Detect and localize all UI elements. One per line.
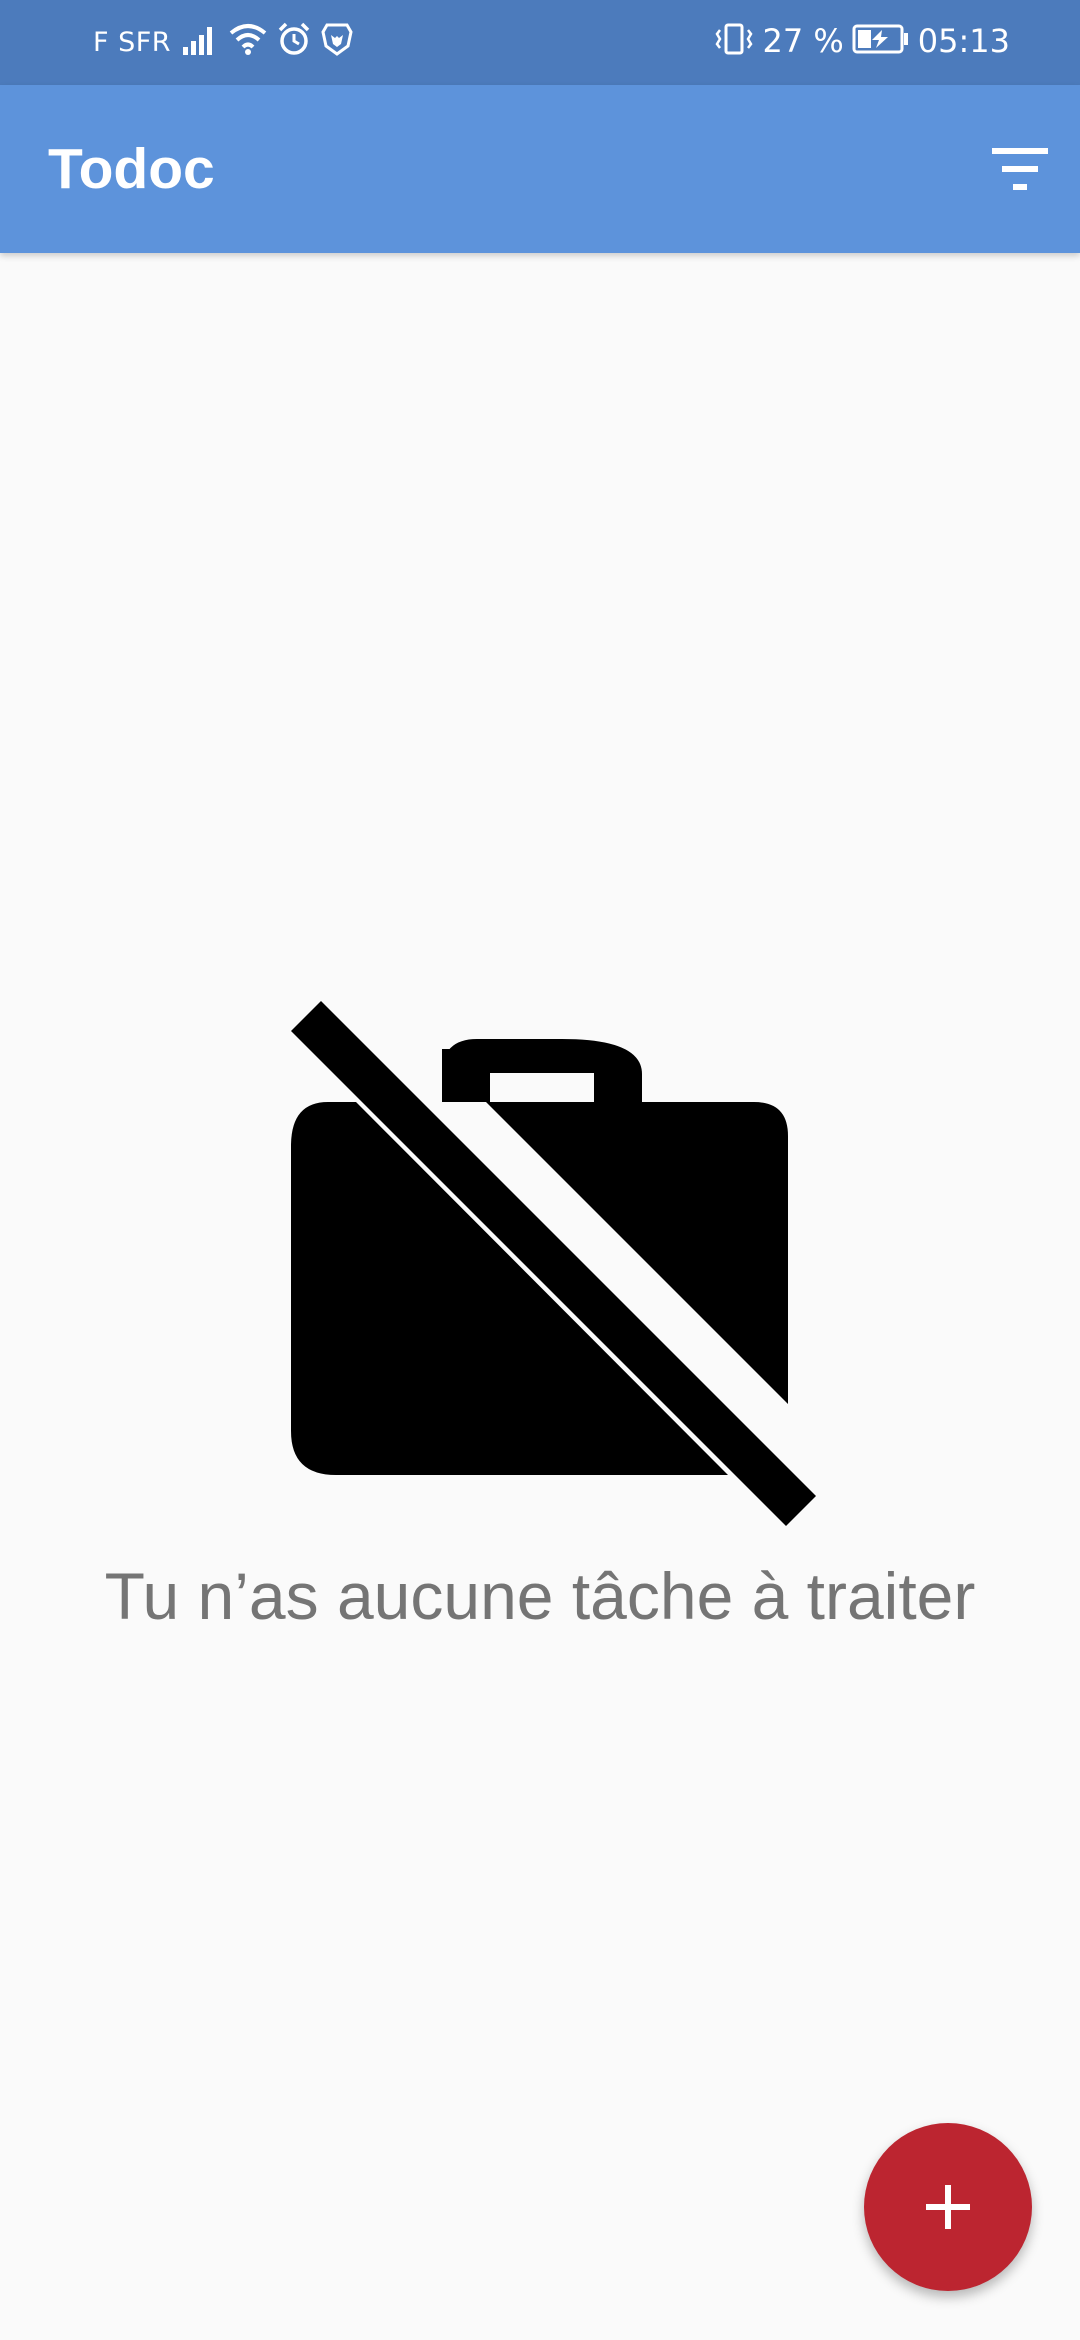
work-off-icon xyxy=(288,1001,818,1536)
app-title: Todoc xyxy=(48,137,215,201)
add-task-button[interactable] xyxy=(864,2123,1032,2291)
clock: 05:13 xyxy=(917,22,1010,60)
wifi-icon xyxy=(229,23,267,59)
empty-state-message: Tu n’as aucune tâche à traiter xyxy=(104,1559,976,1633)
filter-list-icon xyxy=(980,148,1060,212)
app-bar: Todoc xyxy=(0,85,1080,253)
filter-button[interactable] xyxy=(980,129,1060,209)
status-right-group: 27 % 05:13 xyxy=(714,22,1010,60)
battery-charging-icon xyxy=(852,24,910,58)
brave-lion-icon xyxy=(321,22,353,60)
battery-percentage: 27 % xyxy=(762,22,844,60)
carrier-label: F SFR xyxy=(93,27,172,58)
alarm-icon xyxy=(277,22,311,60)
status-bar: F SFR 27 % 05:13 xyxy=(0,0,1080,85)
signal-icon xyxy=(183,23,219,59)
vibrate-icon xyxy=(714,22,754,60)
status-left-icons xyxy=(183,22,353,60)
